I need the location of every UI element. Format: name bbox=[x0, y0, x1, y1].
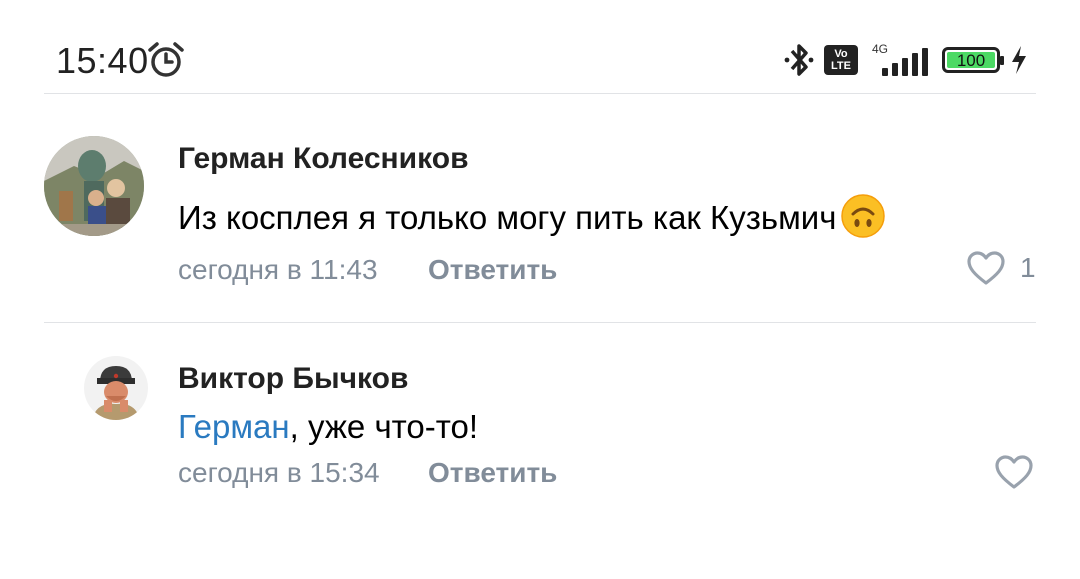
battery-icon: 100 bbox=[942, 47, 1004, 73]
heart-icon bbox=[967, 251, 1005, 285]
cellular-signal-icon: 4G bbox=[868, 42, 932, 78]
reply-button[interactable]: Ответить bbox=[428, 457, 557, 489]
avatar[interactable] bbox=[84, 356, 148, 420]
status-bar: 15:40 Vo LTE 4G 100 bbox=[0, 0, 1080, 92]
like-button[interactable] bbox=[994, 454, 1034, 490]
comment-text-body: Из косплея я только могу пить как Кузьми… bbox=[178, 199, 837, 236]
volte-icon: Vo LTE bbox=[824, 45, 858, 75]
like-count: 1 bbox=[1020, 252, 1036, 283]
bluetooth-icon bbox=[784, 44, 814, 76]
charging-bolt-icon bbox=[1012, 46, 1026, 74]
avatar[interactable] bbox=[44, 136, 144, 236]
upside-down-face-icon bbox=[841, 194, 886, 238]
divider bbox=[44, 322, 1036, 323]
comment-timestamp: сегодня в 15:34 bbox=[178, 457, 380, 488]
volte-bottom: LTE bbox=[831, 60, 851, 72]
status-icons: Vo LTE 4G 100 bbox=[784, 40, 1028, 80]
alarm-clock-icon bbox=[148, 42, 184, 77]
comment-text: Из косплея я только могу пить как Кузьми… bbox=[178, 193, 886, 239]
status-time: 15:40 bbox=[56, 40, 149, 81]
divider bbox=[44, 93, 1036, 94]
comment-author[interactable]: Виктор Бычков bbox=[178, 362, 408, 396]
comment-author[interactable]: Герман Колесников bbox=[178, 142, 469, 176]
volte-top: Vo bbox=[834, 48, 848, 60]
avatar-photo bbox=[84, 356, 148, 420]
comment-timestamp: сегодня в 11:43 bbox=[178, 254, 378, 285]
reply-button[interactable]: Ответить bbox=[428, 254, 557, 286]
avatar-photo bbox=[44, 136, 144, 236]
mention-link[interactable]: Герман bbox=[178, 408, 290, 445]
comment-text: Герман, уже что-то! bbox=[178, 408, 478, 446]
heart-icon bbox=[995, 455, 1033, 489]
battery-level: 100 bbox=[947, 52, 995, 69]
like-button[interactable]: 1 bbox=[966, 250, 1036, 286]
comment-text-body: , уже что-то! bbox=[289, 408, 478, 445]
